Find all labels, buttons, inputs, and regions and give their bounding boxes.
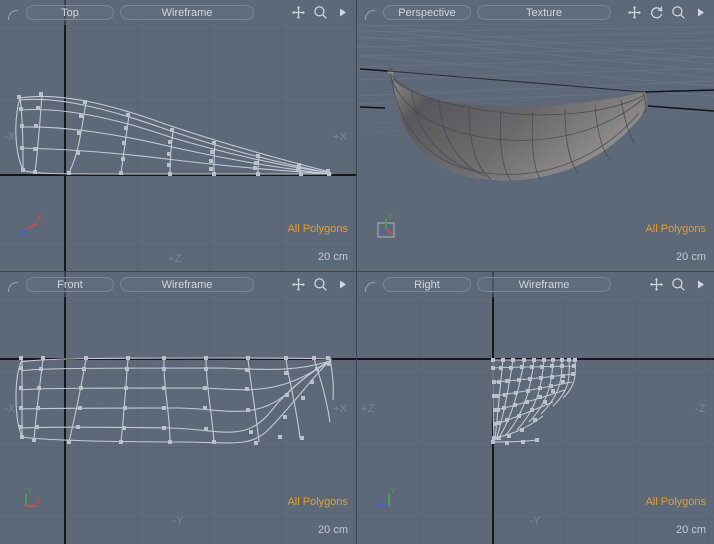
- shading-button-right[interactable]: Wireframe: [477, 277, 611, 292]
- viewport-header-perspective: Perspective Texture: [357, 0, 714, 25]
- svg-text:X: X: [35, 496, 41, 506]
- projection-button-top[interactable]: Top: [26, 5, 114, 20]
- viewport-corner-icon[interactable]: [363, 278, 377, 292]
- status-badge-right: All Polygons: [645, 496, 706, 508]
- svg-text:Y: Y: [27, 486, 33, 496]
- status-badge-perspective: All Polygons: [645, 223, 706, 235]
- viewport-perspective[interactable]: Perspective Texture Y All Polygons 20 cm: [357, 0, 714, 272]
- svg-text:Z: Z: [18, 229, 24, 239]
- projection-button-right[interactable]: Right: [383, 277, 471, 292]
- viewport-tools-top: [291, 0, 350, 25]
- move-icon[interactable]: [291, 277, 306, 292]
- svg-text:X: X: [36, 213, 42, 223]
- axis-gizmo-right: Y Z: [371, 484, 407, 516]
- viewport-right[interactable]: +Z -Z -Y Right Wireframe Y Z All Polygon…: [357, 272, 714, 544]
- move-icon[interactable]: [649, 277, 664, 292]
- viewport-header-top: Top Wireframe: [0, 0, 356, 25]
- magnifier-icon[interactable]: [671, 5, 686, 20]
- viewport-header-front: Front Wireframe: [0, 272, 356, 297]
- axis-gizmo-front: Y X: [14, 484, 50, 516]
- svg-text:Y: Y: [388, 212, 394, 221]
- move-icon[interactable]: [291, 5, 306, 20]
- shading-button-perspective[interactable]: Texture: [477, 5, 611, 20]
- viewport-tools-front: [291, 272, 350, 297]
- projection-button-front[interactable]: Front: [26, 277, 114, 292]
- viewport-corner-icon[interactable]: [6, 6, 20, 20]
- shading-button-front[interactable]: Wireframe: [120, 277, 254, 292]
- viewport-corner-icon[interactable]: [363, 6, 377, 20]
- magnifier-icon[interactable]: [313, 5, 328, 20]
- viewport-corner-icon[interactable]: [6, 278, 20, 292]
- scale-label-perspective: 20 cm: [676, 251, 706, 263]
- scale-label-right: 20 cm: [676, 524, 706, 536]
- scale-label-top: 20 cm: [318, 251, 348, 263]
- viewport-header-right: Right Wireframe: [357, 272, 714, 297]
- status-badge-front: All Polygons: [287, 496, 348, 508]
- viewport-front[interactable]: -X +X -Y Front Wireframe Y X All Polygon…: [0, 272, 357, 544]
- svg-text:Y: Y: [390, 486, 396, 496]
- axis-gizmo-top: X Z: [14, 211, 50, 243]
- shading-button-top[interactable]: Wireframe: [120, 5, 254, 20]
- status-badge-top: All Polygons: [287, 223, 348, 235]
- magnifier-icon[interactable]: [313, 277, 328, 292]
- play-icon[interactable]: [335, 5, 350, 20]
- projection-button-perspective[interactable]: Perspective: [383, 5, 471, 20]
- viewport-tools-right: [649, 272, 708, 297]
- play-icon[interactable]: [335, 277, 350, 292]
- play-icon[interactable]: [693, 5, 708, 20]
- axis-gizmo-perspective: Y: [371, 211, 407, 243]
- move-icon[interactable]: [627, 5, 642, 20]
- viewport-tools-perspective: [627, 0, 708, 25]
- scale-label-front: 20 cm: [318, 524, 348, 536]
- magnifier-icon[interactable]: [671, 277, 686, 292]
- viewport-top[interactable]: -X +X +Z Top Wireframe X Z All Polygons …: [0, 0, 357, 272]
- rotate-icon[interactable]: [649, 5, 664, 20]
- play-icon[interactable]: [693, 277, 708, 292]
- svg-text:Z: Z: [376, 497, 382, 508]
- four-view-workspace: -X +X +Z Top Wireframe X Z All Polygons …: [0, 0, 714, 544]
